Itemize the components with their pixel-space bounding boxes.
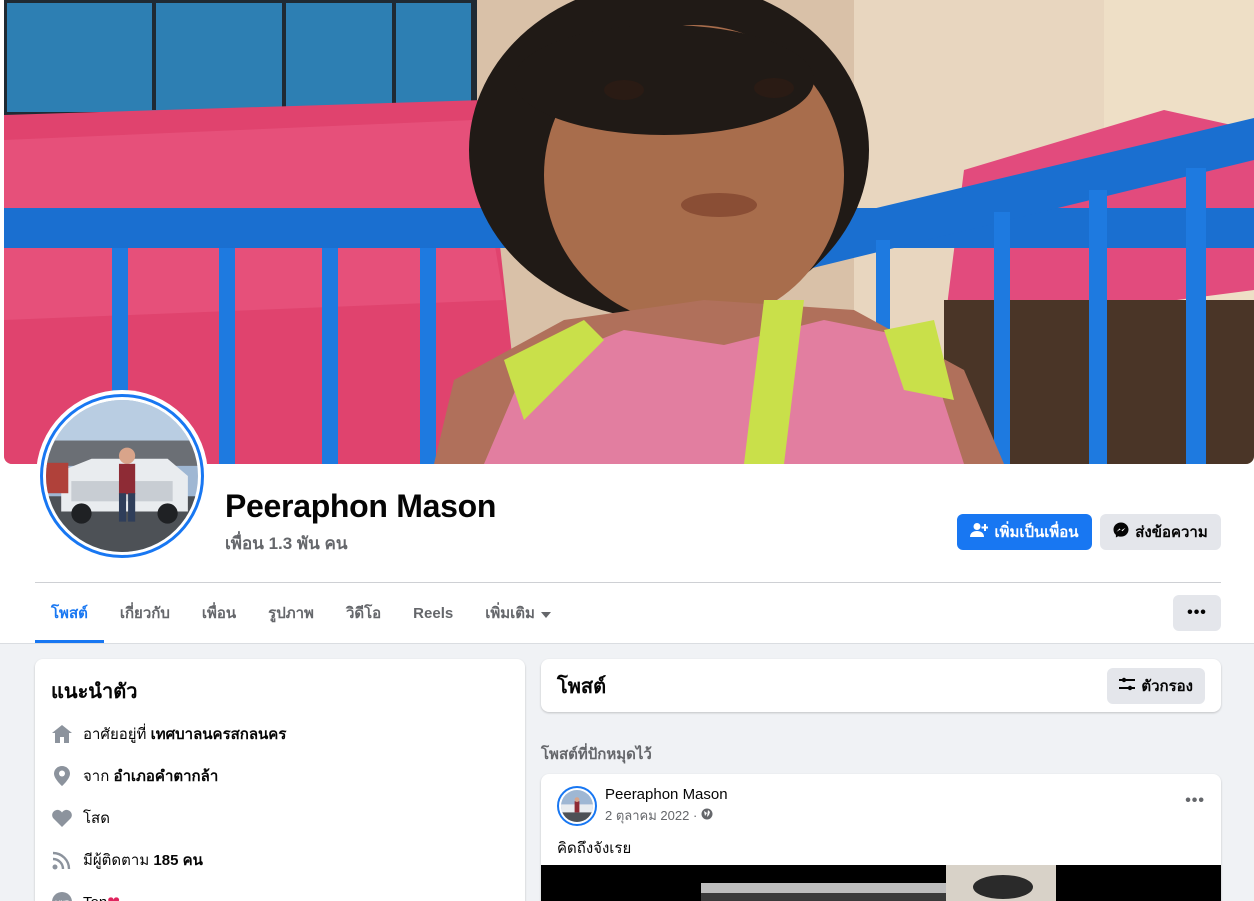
- relationship-value: โสด: [83, 810, 110, 827]
- intro-title: แนะนำตัว: [51, 681, 138, 703]
- profile-avatar-frame: [40, 394, 204, 558]
- sliders-icon: [1119, 677, 1136, 695]
- profile-more-button[interactable]: •••: [1173, 595, 1221, 631]
- location-pin-icon: [51, 765, 73, 787]
- post-meta: 2 ตุลาคม 2022 ·: [605, 805, 728, 826]
- intro-relationship: โสด: [51, 797, 509, 839]
- tab-reels[interactable]: Reels: [397, 583, 469, 643]
- add-friend-label: เพิ่มเป็นเพื่อน: [994, 524, 1079, 541]
- message-label: ส่งข้อความ: [1135, 524, 1208, 541]
- pinned-post: Peeraphon Mason 2 ตุลาคม 2022 · ••• คิดถ…: [541, 774, 1221, 901]
- filter-button[interactable]: ตัวกรอง: [1107, 667, 1205, 704]
- tab-photos-label: รูปภาพ: [268, 605, 314, 622]
- tab-posts-label: โพสต์: [51, 605, 88, 622]
- post-author-avatar[interactable]: [557, 786, 597, 826]
- lives-in-value[interactable]: เทศบาลนครสกลนคร: [151, 726, 287, 743]
- heart-icon: [51, 807, 73, 829]
- intro-followers: มีผู้ติดตาม 185 คน: [51, 839, 509, 881]
- person-add-icon: [970, 522, 989, 542]
- caret-down-icon: [540, 605, 551, 622]
- intro-lives-in: อาศัยอยู่ที่ เทศบาลนครสกลนคร: [51, 713, 509, 755]
- messenger-icon: [1113, 522, 1129, 542]
- line-icon: LINE: [51, 891, 73, 901]
- red-heart-icon: ❤: [107, 894, 120, 901]
- tab-more-label: เพิ่มเติม: [485, 605, 535, 622]
- tab-friends[interactable]: เพื่อน: [186, 583, 252, 643]
- rss-icon: [51, 849, 73, 871]
- pinned-posts-label: โพสต์ที่ปักหมุดไว้: [541, 746, 652, 763]
- profile-name: Peeraphon Mason: [225, 488, 497, 524]
- tab-photos[interactable]: รูปภาพ: [252, 583, 330, 643]
- profile-tabs: โพสต์ เกี่ยวกับ เพื่อน รูปภาพ วิดีโอ Ree…: [35, 583, 567, 643]
- tab-videos-label: วิดีโอ: [345, 605, 382, 622]
- tab-reels-label: Reels: [413, 604, 454, 622]
- tab-about[interactable]: เกี่ยวกับ: [104, 583, 186, 643]
- filter-label: ตัวกรอง: [1141, 677, 1193, 695]
- profile-avatar[interactable]: [36, 390, 208, 562]
- post-menu-button[interactable]: •••: [1185, 792, 1205, 810]
- posts-title: โพสต์: [557, 675, 607, 698]
- post-header: Peeraphon Mason 2 ตุลาคม 2022 ·: [557, 786, 728, 826]
- friends-count[interactable]: เพื่อน 1.3 พัน คน: [225, 530, 347, 557]
- intro-card: แนะนำตัว อาศัยอยู่ที่ เทศบาลนครสกลนคร จา…: [35, 659, 525, 901]
- followers-value[interactable]: 185 คน: [153, 852, 202, 869]
- post-author-name[interactable]: Peeraphon Mason: [605, 786, 728, 803]
- intro-line: LINE Ton❤: [51, 881, 509, 901]
- tab-videos[interactable]: วิดีโอ: [330, 583, 397, 643]
- cover-photo[interactable]: [4, 0, 1254, 464]
- followers-prefix: มีผู้ติดตาม: [83, 852, 150, 869]
- tab-posts[interactable]: โพสต์: [35, 583, 104, 643]
- post-text: คิดถึงจังเรย: [557, 840, 632, 857]
- from-prefix: จาก: [83, 768, 110, 785]
- line-id-value: Ton: [83, 894, 107, 901]
- intro-from: จาก อำเภอคำตากล้า: [51, 755, 509, 797]
- lives-in-prefix: อาศัยอยู่ที่: [83, 726, 147, 743]
- add-friend-button[interactable]: เพิ่มเป็นเพื่อน: [957, 514, 1092, 550]
- globe-icon: [701, 808, 713, 823]
- from-value[interactable]: อำเภอคำตากล้า: [113, 768, 218, 785]
- tab-friends-label: เพื่อน: [201, 605, 237, 622]
- message-button[interactable]: ส่งข้อความ: [1100, 514, 1221, 550]
- post-date[interactable]: 2 ตุลาคม 2022 ·: [605, 805, 697, 826]
- post-media[interactable]: [541, 865, 1221, 901]
- tab-about-label: เกี่ยวกับ: [119, 605, 170, 622]
- posts-header-card: โพสต์ ตัวกรอง: [541, 659, 1221, 712]
- tab-more[interactable]: เพิ่มเติม: [469, 583, 567, 643]
- home-icon: [51, 723, 73, 745]
